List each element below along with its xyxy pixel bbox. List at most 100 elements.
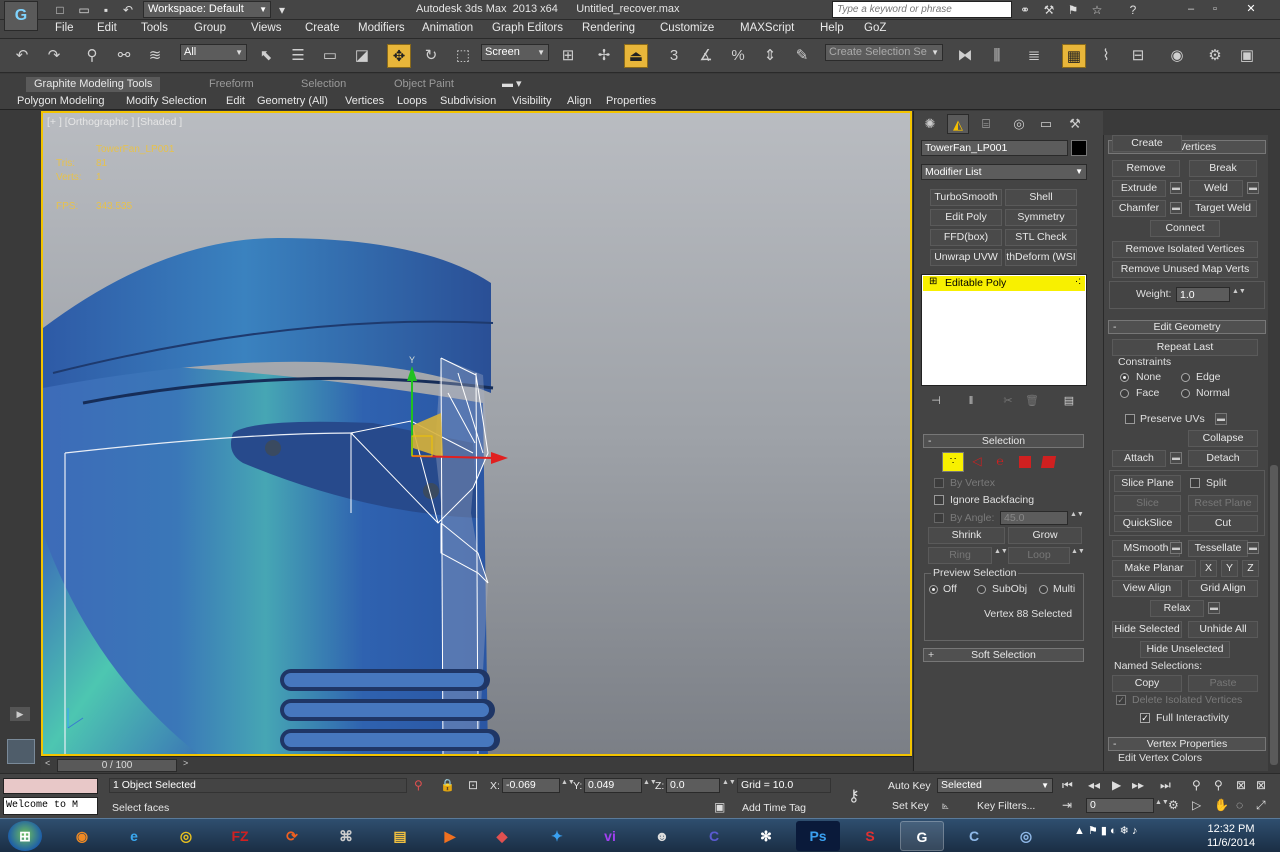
file-explorer-icon[interactable]: ▤ [378,821,422,851]
key-mode-toggle-icon[interactable]: ⇥ [1062,798,1072,812]
menu-modifiers[interactable]: Modifiers [358,22,405,34]
paste-button[interactable]: Paste [1188,675,1258,692]
ignore-backfacing-checkbox[interactable] [934,495,944,505]
expand-icon[interactable]: ⊞ [929,276,937,287]
panel-visibility[interactable]: Visibility [512,93,552,109]
set-key-button[interactable]: Set Key [892,800,929,812]
curve-editor-icon[interactable]: ⌇ [1094,44,1118,68]
layer-manager-icon[interactable]: ≣ [1022,44,1046,68]
select-and-rotate-icon[interactable]: ↻ [419,44,443,68]
edit-named-selection-icon[interactable]: ✎ [790,44,814,68]
extrude-settings-icon[interactable]: ▬ [1170,182,1182,194]
grid-align-button[interactable]: Grid Align [1188,580,1258,597]
redo-icon[interactable]: ↷ [42,44,66,68]
detach-button[interactable]: Detach [1188,450,1258,467]
menu-edit[interactable]: Edit [97,22,117,34]
maxscript-output[interactable]: Welcome to M [3,797,98,815]
selection-filter-dropdown[interactable]: All ▼ [180,44,247,61]
loop-spinner-icon[interactable]: ▲▼ [1071,548,1085,562]
soft-selection-rollout-header[interactable]: + Soft Selection [923,648,1084,662]
hide-selected-button[interactable]: Hide Selected [1112,621,1182,638]
edge-mode-icon[interactable]: ◁ [969,454,985,470]
app-figure-icon[interactable]: ✻ [744,821,788,851]
tab-freeform[interactable]: Freeform [209,77,254,92]
maximize-icon[interactable]: ▫ [1204,1,1226,17]
prev-frame-icon[interactable]: < [45,758,50,768]
media-player-icon[interactable]: ▶ [428,821,472,851]
object-color-swatch[interactable] [1071,140,1087,156]
pivot-center-icon[interactable]: ⊞ [556,44,580,68]
extrude-button[interactable]: Extrude [1112,180,1166,197]
shell-button[interactable]: Shell [1005,189,1077,206]
reset-plane-button[interactable]: Reset Plane [1188,495,1258,512]
angle-spinner-icon[interactable]: ▲▼ [1070,511,1084,525]
attach-button[interactable]: Attach [1112,450,1166,467]
photoshop-icon[interactable]: Ps [796,821,840,851]
app-purple-icon[interactable]: vi [588,821,632,851]
symmetry-button[interactable]: Symmetry [1005,209,1077,226]
orbit-icon[interactable]: ◌ [1236,798,1243,812]
tessellate-settings-icon[interactable]: ▬ [1247,542,1259,554]
goto-end-icon[interactable]: ⏭ [1160,778,1171,793]
gizmo-x-arrow[interactable] [491,452,508,464]
tab-graphite-modeling-tools[interactable]: Graphite Modeling Tools [26,77,161,92]
app-controller-icon[interactable]: ⌘ [324,821,368,851]
constraint-none-radio[interactable] [1120,373,1129,382]
menu-file[interactable]: File [55,22,74,34]
field-of-view-icon[interactable]: ▷ [1192,798,1201,812]
tab-selection[interactable]: Selection [301,77,346,92]
remove-button[interactable]: Remove [1112,160,1180,177]
pathdeform-button[interactable]: thDeform (WSI [1005,249,1077,266]
modify-tab-icon[interactable]: ◭ [947,114,969,134]
z-coord-input[interactable]: 0.0 [666,778,720,793]
key-icon[interactable]: ⚷ [848,786,860,806]
graphite-toggle-icon[interactable]: ▦ [1062,44,1086,68]
menu-animation[interactable]: Animation [422,22,473,34]
remove-unused-map-verts-button[interactable]: Remove Unused Map Verts [1112,261,1258,278]
bind-space-warp-icon[interactable]: ≋ [143,44,167,68]
scrollbar-thumb[interactable] [1270,465,1278,765]
select-object-icon[interactable]: ⬉ [254,44,278,68]
quick-access-dropdown-icon[interactable]: ▾ [274,2,290,18]
by-angle-checkbox[interactable] [934,513,944,523]
break-button[interactable]: Break [1189,160,1257,177]
next-key-icon[interactable]: ▸▸ [1132,778,1144,792]
vertex-properties-rollout-header[interactable]: - Vertex Properties [1108,737,1266,751]
angle-snap-icon[interactable]: ∡ [694,44,718,68]
preview-multi-radio[interactable] [1039,585,1048,594]
menu-help[interactable]: Help [820,22,844,34]
right-panel-scrollbar[interactable] [1268,135,1280,771]
preview-off-radio[interactable] [929,585,938,594]
subscription-icon[interactable]: ⚒ [1040,2,1058,18]
prev-key-icon[interactable]: ◂◂ [1088,778,1100,792]
constraint-face-radio[interactable] [1120,389,1129,398]
app-blue-icon[interactable]: C [692,821,736,851]
x-coord-input[interactable]: -0.069 [502,778,560,793]
grow-button[interactable]: Grow [1008,527,1082,544]
create-tab-icon[interactable]: ✺ [919,114,941,134]
planar-y-button[interactable]: Y [1221,560,1238,577]
render-setup-icon[interactable]: ⚙ [1203,44,1227,68]
panel-geometry-all[interactable]: Geometry (All) [257,93,328,109]
viewport-thumbnail[interactable] [7,739,35,764]
close-icon[interactable]: ✕ [1240,1,1262,17]
key-mode-dropdown[interactable]: Selected ▼ [937,778,1053,793]
snaps-toggle-icon[interactable]: 3 [662,44,686,68]
rendered-frame-icon[interactable]: ▣ [1235,44,1259,68]
constraint-edge-radio[interactable] [1181,373,1190,382]
zoom-extents-icon[interactable]: ⊠ [1236,778,1246,792]
edit-poly-button[interactable]: Edit Poly [930,209,1002,226]
unwrap-uvw-button[interactable]: Unwrap UVW [930,249,1002,266]
zoom-all-icon[interactable]: ⚲ [1214,778,1223,792]
selection-lock-icon[interactable]: 🔒 [440,778,455,792]
target-weld-button[interactable]: Target Weld [1189,200,1257,217]
stack-item-editable-poly[interactable]: ⊞ Editable Poly ·: [923,276,1085,291]
chamfer-button[interactable]: Chamfer [1112,200,1166,217]
preview-subobj-radio[interactable] [977,585,986,594]
select-by-name-icon[interactable]: ☰ [286,44,310,68]
create-button[interactable]: Create [1112,135,1182,152]
pan-view-icon[interactable]: ✋ [1214,798,1229,812]
viewport-label[interactable]: [+ ] [Orthographic ] [Shaded ] [47,116,182,128]
unhide-all-button[interactable]: Unhide All [1188,621,1258,638]
system-tray[interactable]: ▲ ⚑ ▮ ◐ ❄ ♪ [1074,824,1137,837]
